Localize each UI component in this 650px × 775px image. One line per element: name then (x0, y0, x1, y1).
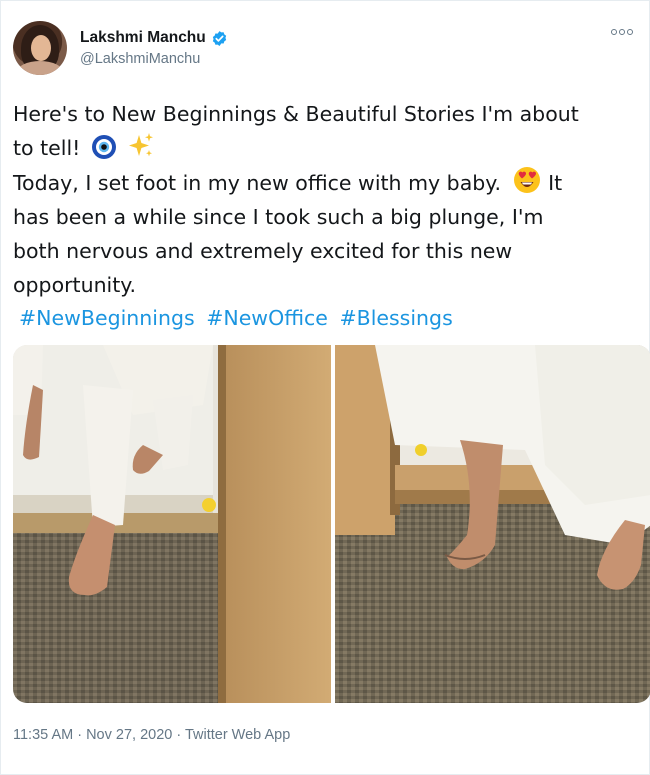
tweet-line-text: to tell! (13, 136, 81, 160)
tweet-line: Here's to New Beginnings & Beautiful Sto… (13, 102, 579, 126)
hashtag-link[interactable]: #NewOffice (206, 306, 328, 330)
tweet-line: both nervous and extremely excited for t… (13, 239, 513, 263)
tweet-line-with-emojis: to tell! (13, 131, 643, 165)
nazar-amulet-emoji-icon (91, 135, 116, 159)
tweet-timestamp[interactable]: 11:35 AM · Nov 27, 2020 · Twitter Web Ap… (13, 727, 290, 743)
tweet-line: opportunity. (13, 273, 137, 297)
hashtag-row: #NewBeginnings #NewOffice #Blessings (19, 301, 458, 335)
media-grid (13, 345, 650, 703)
sparkles-emoji-icon (129, 133, 154, 157)
verified-badge-icon (212, 30, 226, 46)
hashtag-link[interactable]: #Blessings (339, 306, 452, 330)
photo-feet-office-floor[interactable] (335, 345, 650, 703)
author-handle[interactable]: @LakshmiManchu (80, 51, 200, 67)
avatar[interactable] (13, 21, 67, 75)
more-options-icon[interactable] (611, 29, 633, 35)
tweet-text: Here's to New Beginnings & Beautiful Sto… (13, 97, 643, 302)
avatar-face (31, 35, 51, 61)
author-name[interactable]: Lakshmi Manchu (80, 29, 206, 47)
author-name-row[interactable]: Lakshmi Manchu (80, 29, 228, 47)
tweet-line: has been a while since I took such a big… (13, 205, 544, 229)
heart-eyes-emoji-icon (513, 167, 540, 193)
tweet-card: Lakshmi Manchu @LakshmiManchu Here's to … (0, 0, 650, 775)
tweet-line-with-emoji: Today, I set foot in my new office with … (13, 165, 643, 200)
hashtag-link[interactable]: #NewBeginnings (19, 306, 195, 330)
tweet-line-text: It (548, 171, 563, 195)
photo-feet-doorway[interactable] (13, 345, 331, 703)
tweet-line-text: Today, I set foot in my new office with … (13, 171, 501, 195)
